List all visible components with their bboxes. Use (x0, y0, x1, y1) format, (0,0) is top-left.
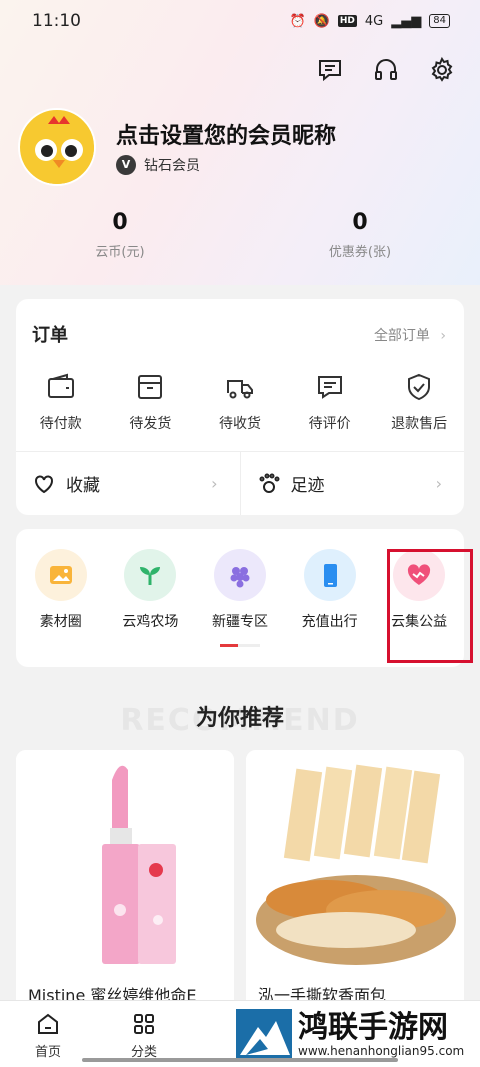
order-label: 退款售后 (391, 416, 448, 432)
service-recharge-travel[interactable]: 充值出行 (290, 549, 370, 631)
avatar[interactable] (18, 108, 96, 186)
watermark-text: 鸿联手游网 www.henanhonglian95.com (298, 1010, 465, 1059)
member-badge-icon: V (116, 155, 136, 175)
order-status-row: 待付款 待发货 待收货 待评价 退款售后 (16, 371, 464, 433)
order-label: 待付款 (39, 416, 82, 432)
stat-coins[interactable]: 0 云币(元) (50, 210, 190, 260)
order-refund[interactable]: 退款售后 (379, 371, 459, 433)
order-label: 待收货 (218, 416, 261, 432)
bread-image (246, 750, 464, 975)
order-pending-shipment[interactable]: 待发货 (110, 371, 190, 433)
stat-label: 云币(元) (95, 245, 145, 260)
service-icon-bg (303, 549, 356, 601)
home-icon (38, 1013, 58, 1034)
service-label: 新疆专区 (211, 614, 268, 630)
service-label: 云鸡农场 (122, 614, 179, 630)
service-icon-bg (34, 549, 87, 601)
order-pending-receipt[interactable]: 待收货 (200, 371, 280, 433)
page-indicator-active (220, 644, 238, 647)
order-pending-payment[interactable]: 待付款 (21, 371, 101, 433)
order-pending-review[interactable]: 待评价 (290, 371, 370, 433)
page-indicator (220, 644, 260, 647)
all-orders-link[interactable]: 全部订单 › (374, 325, 446, 345)
stat-coupons[interactable]: 0 优惠券(张) (290, 210, 430, 260)
stat-value: 0 (352, 210, 368, 235)
shield-icon (408, 373, 431, 401)
watermark: 鸿联手游网 www.henanhonglian95.com (232, 1007, 476, 1063)
header-actions (316, 56, 456, 84)
tab-home[interactable]: 首页 (0, 1001, 96, 1067)
wallet-icon (47, 373, 74, 398)
footprint-icon (259, 473, 279, 493)
chevron-right-icon: › (211, 474, 218, 493)
headset-icon[interactable] (372, 56, 400, 84)
product-card[interactable]: 泓一手撕软香面包 (246, 750, 464, 1030)
comment-icon (317, 376, 342, 399)
recommend-title: 为你推荐 (195, 706, 284, 731)
service-chicken-farm[interactable]: 云鸡农场 (110, 549, 190, 631)
heart-icon (35, 475, 53, 493)
truck-icon (226, 380, 253, 399)
favorites-label: 收藏 (66, 476, 100, 496)
grape-icon (230, 567, 250, 588)
service-icon-bg (213, 549, 266, 601)
settings-icon[interactable] (428, 56, 456, 84)
order-label: 待发货 (129, 416, 172, 432)
chevron-right-icon: › (440, 328, 446, 344)
favorites-link[interactable]: 收藏 › (16, 452, 241, 515)
mute-icon: 🔕 (313, 13, 330, 29)
orders-title: 订单 (32, 325, 68, 346)
quick-links: 收藏 › 足迹 › (16, 451, 464, 515)
sprout-icon (140, 567, 161, 585)
watermark-logo-icon (236, 1009, 292, 1061)
signal-icon: ▂▄▆ (391, 13, 422, 29)
watermark-title: 鸿联手游网 (298, 1010, 448, 1045)
chevron-right-icon: › (435, 474, 442, 493)
status-icons: ⏰ 🔕 HD 4G ▂▄▆ 84 (290, 14, 450, 29)
status-time: 11:10 (32, 11, 81, 31)
hd-badge: HD (337, 15, 357, 27)
product-card[interactable]: Mistine 蜜丝婷维他命E (16, 750, 234, 1030)
footprint-label: 足迹 (290, 476, 325, 496)
member-level[interactable]: V 钻石会员 (116, 155, 200, 175)
nickname[interactable]: 点击设置您的会员昵称 (116, 118, 336, 150)
network-label: 4G (364, 13, 384, 29)
watermark-url: www.henanhonglian95.com (298, 1044, 465, 1058)
service-label: 充值出行 (301, 614, 358, 630)
order-label: 待评价 (308, 416, 351, 432)
service-label: 素材圈 (39, 614, 82, 630)
highlight-box (387, 549, 473, 663)
status-bar: 11:10 ⏰ 🔕 HD 4G ▂▄▆ 84 (0, 0, 480, 42)
footprint-link[interactable]: 足迹 › (241, 452, 465, 515)
service-material-circle[interactable]: 素材圈 (21, 549, 101, 631)
message-icon[interactable] (316, 56, 344, 84)
image-icon (49, 566, 72, 584)
alarm-icon: ⏰ (289, 13, 306, 29)
tab-label: 首页 (34, 1045, 61, 1060)
phone-icon (323, 564, 337, 587)
stat-value: 0 (112, 210, 128, 235)
grid-icon (134, 1014, 154, 1034)
services-card: 素材圈 云鸡农场 新疆专区 充值出行 云集公益 (16, 529, 473, 667)
gesture-home-bar[interactable] (82, 1058, 398, 1062)
service-icon-bg (124, 549, 177, 601)
lipstick-image (16, 750, 234, 975)
member-level-label: 钻石会员 (144, 158, 200, 174)
battery-icon: 84 (429, 14, 450, 28)
box-icon (138, 375, 163, 399)
stat-label: 优惠券(张) (328, 245, 392, 260)
service-xinjiang-zone[interactable]: 新疆专区 (200, 549, 280, 631)
all-orders-label: 全部订单 (373, 328, 430, 344)
orders-card: 订单 全部订单 › 待付款 待发货 待收货 待评价 退款售后 收藏 › 足迹 › (16, 299, 464, 515)
